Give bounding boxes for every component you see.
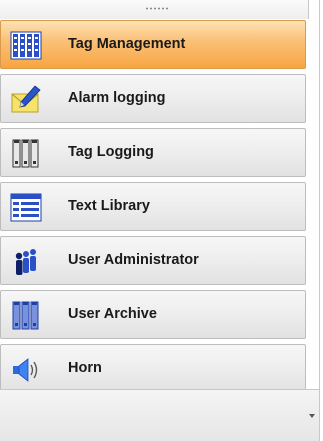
tag-logging-icon [10,138,42,169]
nav-item-alarm-logging[interactable]: Alarm logging [0,74,306,123]
horn-icon [10,354,42,385]
nav-item-label: Alarm logging [68,90,166,106]
tag-management-icon [10,30,42,61]
nav-item-horn[interactable]: Horn [0,344,306,393]
navigation-panel: Tag Management Alarm logging Tag Logging… [0,0,320,441]
nav-item-label: Text Library [68,198,150,214]
nav-item-user-administrator[interactable]: User Administrator [0,236,306,285]
nav-item-tag-management[interactable]: Tag Management [0,20,306,69]
user-administrator-icon [10,246,42,277]
nav-item-text-library[interactable]: Text Library [0,182,306,231]
panel-splitter[interactable] [0,0,309,19]
alarm-logging-icon [10,84,42,115]
nav-item-label: User Administrator [68,252,199,268]
user-archive-icon [10,300,42,331]
navigation-footer [0,389,319,441]
nav-item-label: Horn [68,360,102,376]
nav-item-label: Tag Logging [68,144,154,160]
nav-item-label: Tag Management [68,36,186,52]
nav-item-user-archive[interactable]: User Archive [0,290,306,339]
grip-icon[interactable] [145,7,169,10]
nav-item-label: User Archive [68,306,157,322]
text-library-icon [10,192,42,223]
nav-item-tag-logging[interactable]: Tag Logging [0,128,306,177]
chevron-down-icon[interactable] [309,414,315,418]
